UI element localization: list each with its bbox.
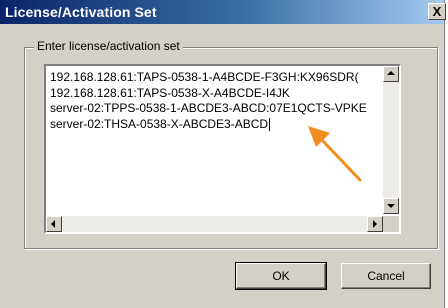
annotation-arrow-icon — [308, 126, 362, 182]
